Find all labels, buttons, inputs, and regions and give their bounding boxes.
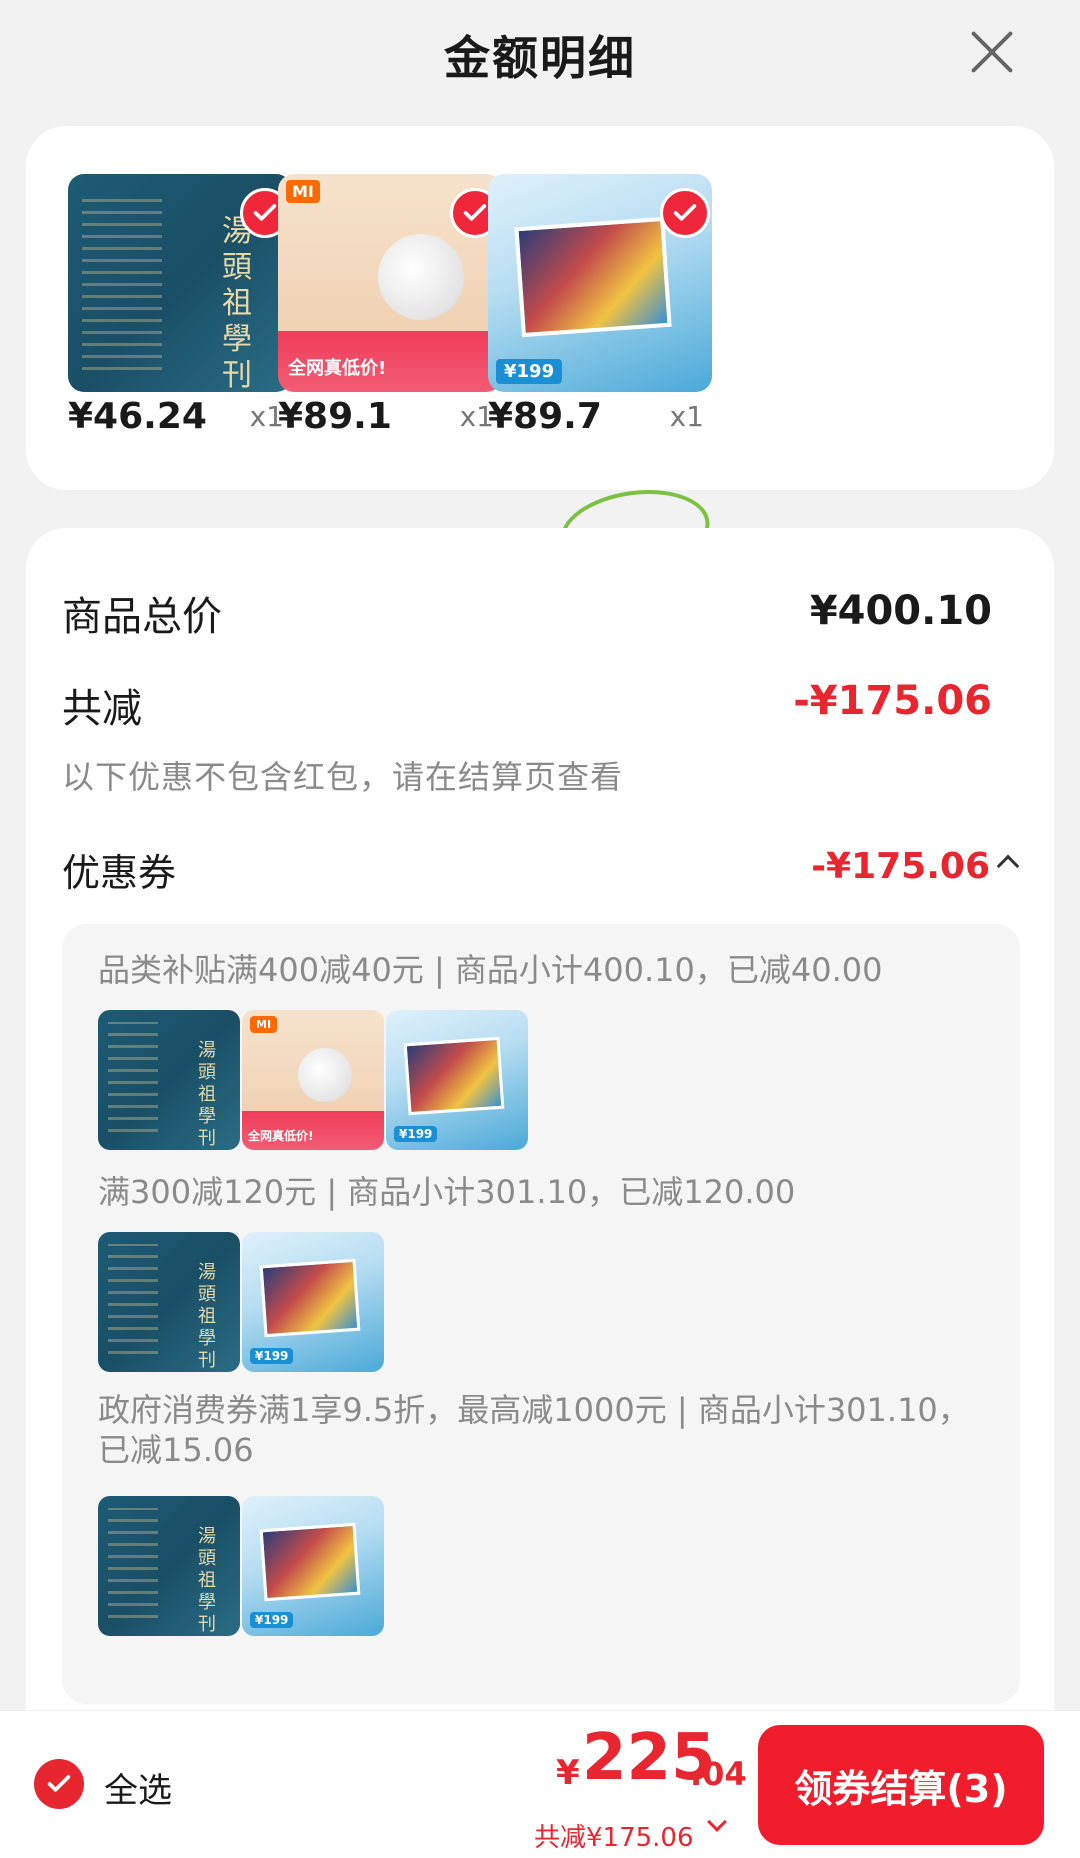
coupon-rule-2: 满300减120元 | 商品小计301.10，已减120.00 <box>98 1173 796 1211</box>
coupon-thumb-magazine: ¥199 <box>242 1496 384 1636</box>
coupon-rule-3: 政府消费券满1享9.5折，最高减1000元 | 商品小计301.10，已减15.… <box>98 1391 970 1469</box>
coupon-rule-1: 品类补贴满400减40元 | 商品小计400.10，已减40.00 <box>98 951 883 989</box>
select-all-check-icon[interactable] <box>34 1759 84 1809</box>
product-price: ¥89.1 <box>278 396 392 437</box>
coupon-thumb-book: 湯頭祖學刊 <box>98 1496 240 1636</box>
chevron-up-icon[interactable] <box>996 854 1020 878</box>
total-price-dec: .04 <box>690 1755 747 1793</box>
page-title: 金额明细 <box>444 31 636 85</box>
close-icon[interactable] <box>962 22 1022 82</box>
select-all-label[interactable]: 全选 <box>104 1763 172 1812</box>
coupon-value[interactable]: -¥175.06 <box>811 846 990 887</box>
check-icon[interactable] <box>660 188 710 238</box>
coupon-thumb-book: 湯頭祖學刊 <box>98 1232 240 1372</box>
discount-label: 共减 <box>62 686 142 732</box>
coupon-label: 优惠券 <box>62 851 177 895</box>
product-item-2[interactable]: MI 全网真低价! ¥89.1 x1 <box>254 174 502 474</box>
total-currency: ¥ <box>556 1753 580 1793</box>
header: 金额明细 <box>0 0 1080 110</box>
total-value: ¥400.10 <box>809 588 992 634</box>
total-label: 商品总价 <box>62 594 222 640</box>
product-item-1[interactable]: 湯頭祖學刊 ¥46.24 x1 <box>44 174 292 474</box>
mi-logo: MI <box>286 180 320 203</box>
product-price: ¥89.7 <box>488 396 602 437</box>
chevron-down-icon[interactable] <box>707 1812 727 1832</box>
product-image: ¥199 <box>488 174 712 392</box>
price-detail-card: 商品总价 ¥400.10 共减 -¥175.06 以下优惠不包含红包，请在结算页… <box>26 528 1054 1858</box>
coupon-thumb-mi: MI 全网真低价! <box>242 1010 384 1150</box>
product-image-label: ¥199 <box>496 359 563 384</box>
product-image-label: 全网真低价! <box>288 358 387 379</box>
discount-note: 以下优惠不包含红包，请在结算页查看 <box>62 758 624 796</box>
discount-summary[interactable]: 共减¥175.06 <box>534 1817 694 1854</box>
selected-products-card: 湯頭祖學刊 ¥46.24 x1 MI 全网真低价! ¥89.1 x1 ¥199 <box>26 126 1054 592</box>
coupon-thumb-magazine: ¥199 <box>386 1010 528 1150</box>
coupon-thumb-magazine: ¥199 <box>242 1232 384 1372</box>
checkout-bar: 全选 ¥ 225 .04 共减¥175.06 领券结算(3) <box>0 1710 1080 1858</box>
coupon-thumb-book: 湯頭祖學刊 <box>98 1010 240 1150</box>
discount-value: -¥175.06 <box>793 678 992 724</box>
coupon-list: 品类补贴满400减40元 | 商品小计400.10，已减40.00 湯頭祖學刊 … <box>62 924 1020 1704</box>
product-price: ¥46.24 <box>68 396 207 437</box>
product-qty: x1 <box>669 400 704 433</box>
product-item-3[interactable]: ¥199 ¥89.7 x1 <box>464 174 712 474</box>
checkout-button[interactable]: 领券结算(3) <box>758 1725 1044 1845</box>
